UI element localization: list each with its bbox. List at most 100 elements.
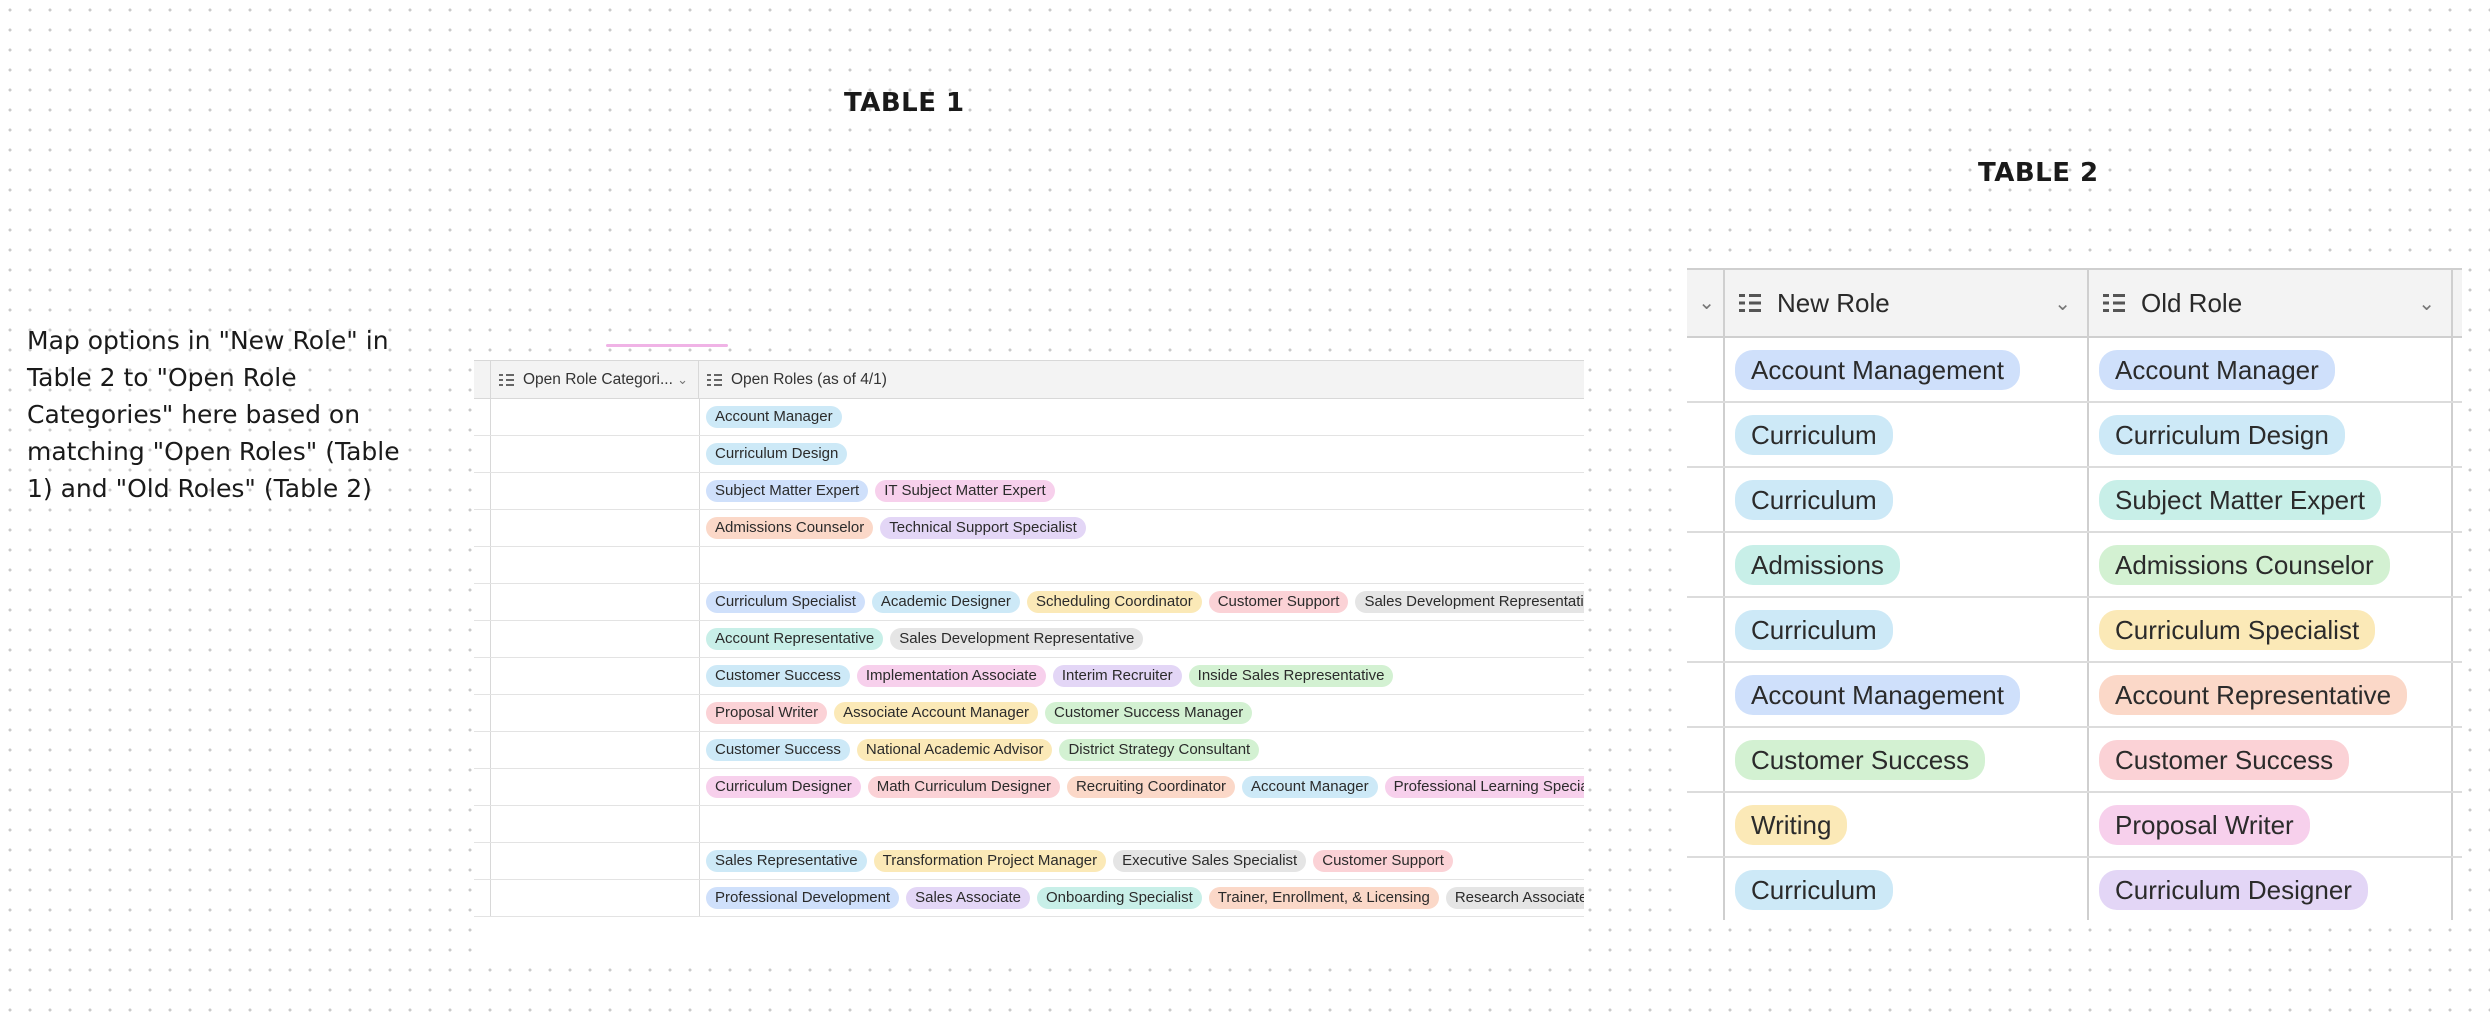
column-header-open-roles[interactable]: Open Roles (as of 4/1)	[699, 361, 1584, 398]
new-role-cell[interactable]: Curriculum	[1725, 858, 2089, 920]
role-tag[interactable]: Academic Designer	[871, 591, 1020, 613]
role-tag[interactable]: Customer Support	[1313, 850, 1453, 872]
old-role-cell[interactable]: Curriculum Design	[2089, 403, 2453, 466]
role-tag[interactable]: Account Representative	[706, 628, 884, 650]
role-tag[interactable]: Scheduling Coordinator	[1026, 591, 1202, 613]
old-role-cell[interactable]: Account Manager	[2089, 338, 2453, 401]
new-role-tag[interactable]: Curriculum	[1735, 414, 1893, 455]
role-tag[interactable]: Customer Success Manager	[1045, 702, 1253, 724]
role-tag[interactable]: Math Curriculum Designer	[867, 776, 1060, 798]
new-role-tag[interactable]: Curriculum	[1735, 609, 1893, 650]
role-tag[interactable]: Account Manager	[706, 406, 842, 428]
new-role-cell[interactable]: Account Management	[1725, 338, 2089, 401]
prev-column-cell[interactable]	[1687, 598, 1725, 661]
new-role-tag[interactable]: Curriculum	[1735, 479, 1893, 520]
open-role-categories-cell[interactable]	[491, 547, 700, 583]
role-tag[interactable]: Transformation Project Manager	[873, 850, 1107, 872]
old-role-tag[interactable]: Curriculum Designer	[2099, 869, 2368, 910]
prev-column-cell[interactable]	[1687, 403, 1725, 466]
role-tag[interactable]: Sales Development Representative	[1355, 591, 1584, 613]
open-role-categories-cell[interactable]	[491, 769, 700, 805]
column-header-open-role-categories[interactable]: Open Role Categori... ⌄	[491, 361, 699, 398]
chevron-down-icon[interactable]: ⌄	[677, 372, 688, 388]
role-tag[interactable]: District Strategy Consultant	[1059, 739, 1260, 761]
old-role-cell[interactable]: Curriculum Specialist	[2089, 598, 2453, 661]
open-role-categories-cell[interactable]	[491, 473, 700, 509]
role-tag[interactable]: Professional Learning Specialist	[1384, 776, 1584, 798]
role-tag[interactable]: Proposal Writer	[706, 702, 828, 724]
role-tag[interactable]: Onboarding Specialist	[1037, 887, 1202, 909]
open-role-categories-cell[interactable]	[491, 843, 700, 879]
prev-column-cell[interactable]	[1687, 468, 1725, 531]
role-tag[interactable]: Interim Recruiter	[1052, 665, 1182, 687]
new-role-tag[interactable]: Customer Success	[1735, 739, 1986, 780]
old-role-cell[interactable]: Admissions Counselor	[2089, 533, 2453, 596]
open-role-categories-cell[interactable]	[491, 732, 700, 768]
prev-column-cell[interactable]	[1687, 858, 1725, 920]
prev-column-cell[interactable]	[1687, 793, 1725, 856]
old-role-cell[interactable]: Curriculum Designer	[2089, 858, 2453, 920]
open-roles-cell[interactable]: Customer Success Implementation Associate…	[700, 658, 1584, 694]
open-roles-cell[interactable]: Admissions Counselor Technical Support Sp…	[700, 510, 1584, 546]
role-tag[interactable]: Curriculum Specialist	[706, 591, 865, 613]
role-tag[interactable]: Professional Development	[706, 887, 900, 909]
old-role-cell[interactable]: Proposal Writer	[2089, 793, 2453, 856]
new-role-tag[interactable]: Account Management	[1735, 349, 2020, 390]
role-tag[interactable]: IT Subject Matter Expert	[875, 480, 1055, 502]
open-roles-cell[interactable]: Professional Development Sales Associate O…	[700, 880, 1584, 916]
old-role-tag[interactable]: Account Representative	[2099, 674, 2408, 715]
old-role-tag[interactable]: Curriculum Specialist	[2099, 609, 2376, 650]
old-role-cell[interactable]: Subject Matter Expert	[2089, 468, 2453, 531]
role-tag[interactable]: Admissions Counselor	[706, 517, 874, 539]
chevron-down-icon[interactable]: ⌄	[1698, 290, 1715, 315]
prev-column-cell[interactable]	[1687, 663, 1725, 726]
open-role-categories-cell[interactable]	[491, 436, 700, 472]
table2-header-prev-column[interactable]: ⌄	[1687, 270, 1725, 336]
role-tag[interactable]: Curriculum Design	[706, 443, 848, 465]
new-role-cell[interactable]: Admissions	[1725, 533, 2089, 596]
role-tag[interactable]: Account Manager	[1242, 776, 1378, 798]
new-role-tag[interactable]: Writing	[1735, 804, 1848, 845]
role-tag[interactable]: Sales Development Representative	[890, 628, 1144, 650]
role-tag[interactable]: Curriculum Designer	[706, 776, 861, 798]
open-roles-cell[interactable]: Subject Matter Expert IT Subject Matter E…	[700, 473, 1584, 509]
open-role-categories-cell[interactable]	[491, 399, 700, 435]
open-role-categories-cell[interactable]	[491, 584, 700, 620]
new-role-cell[interactable]: Account Management	[1725, 663, 2089, 726]
open-role-categories-cell[interactable]	[491, 806, 700, 842]
old-role-cell[interactable]: Customer Success	[2089, 728, 2453, 791]
prev-column-cell[interactable]	[1687, 533, 1725, 596]
open-roles-cell[interactable]: Curriculum Designer Math Curriculum Desig…	[700, 769, 1584, 805]
open-role-categories-cell[interactable]	[491, 658, 700, 694]
old-role-tag[interactable]: Curriculum Design	[2099, 414, 2345, 455]
role-tag[interactable]: Trainer, Enrollment, & Licensing	[1208, 887, 1439, 909]
new-role-tag[interactable]: Admissions	[1735, 544, 1900, 585]
role-tag[interactable]: Sales Associate	[906, 887, 1030, 909]
open-role-categories-cell[interactable]	[491, 880, 700, 916]
open-roles-cell[interactable]: Proposal Writer Associate Account Manager…	[700, 695, 1584, 731]
role-tag[interactable]: Research Associate	[1445, 887, 1584, 909]
open-roles-cell[interactable]: Curriculum Design	[700, 436, 1584, 472]
role-tag[interactable]: Customer Success	[706, 665, 850, 687]
open-roles-cell[interactable]: Account Representative Sales Development …	[700, 621, 1584, 657]
old-role-tag[interactable]: Customer Success	[2099, 739, 2350, 780]
open-role-categories-cell[interactable]	[491, 510, 700, 546]
role-tag[interactable]: Implementation Associate	[856, 665, 1046, 687]
old-role-tag[interactable]: Subject Matter Expert	[2099, 479, 2381, 520]
column-header-old-role[interactable]: Old Role ⌄	[2089, 270, 2453, 336]
open-roles-cell[interactable]: Curriculum Specialist Academic Designer Sc…	[700, 584, 1584, 620]
role-tag[interactable]: Associate Account Manager	[834, 702, 1039, 724]
new-role-cell[interactable]: Curriculum	[1725, 468, 2089, 531]
new-role-cell[interactable]: Curriculum	[1725, 403, 2089, 466]
old-role-tag[interactable]: Proposal Writer	[2099, 804, 2310, 845]
role-tag[interactable]: Executive Sales Specialist	[1113, 850, 1307, 872]
role-tag[interactable]: National Academic Advisor	[856, 739, 1053, 761]
open-roles-cell[interactable]: Account Manager	[700, 399, 1584, 435]
role-tag[interactable]: Recruiting Coordinator	[1066, 776, 1236, 798]
old-role-tag[interactable]: Account Manager	[2099, 349, 2335, 390]
new-role-cell[interactable]: Curriculum	[1725, 598, 2089, 661]
role-tag[interactable]: Technical Support Specialist	[880, 517, 1086, 539]
chevron-down-icon[interactable]: ⌄	[2054, 291, 2071, 316]
role-tag[interactable]: Sales Representative	[706, 850, 867, 872]
role-tag[interactable]: Customer Support	[1208, 591, 1349, 613]
